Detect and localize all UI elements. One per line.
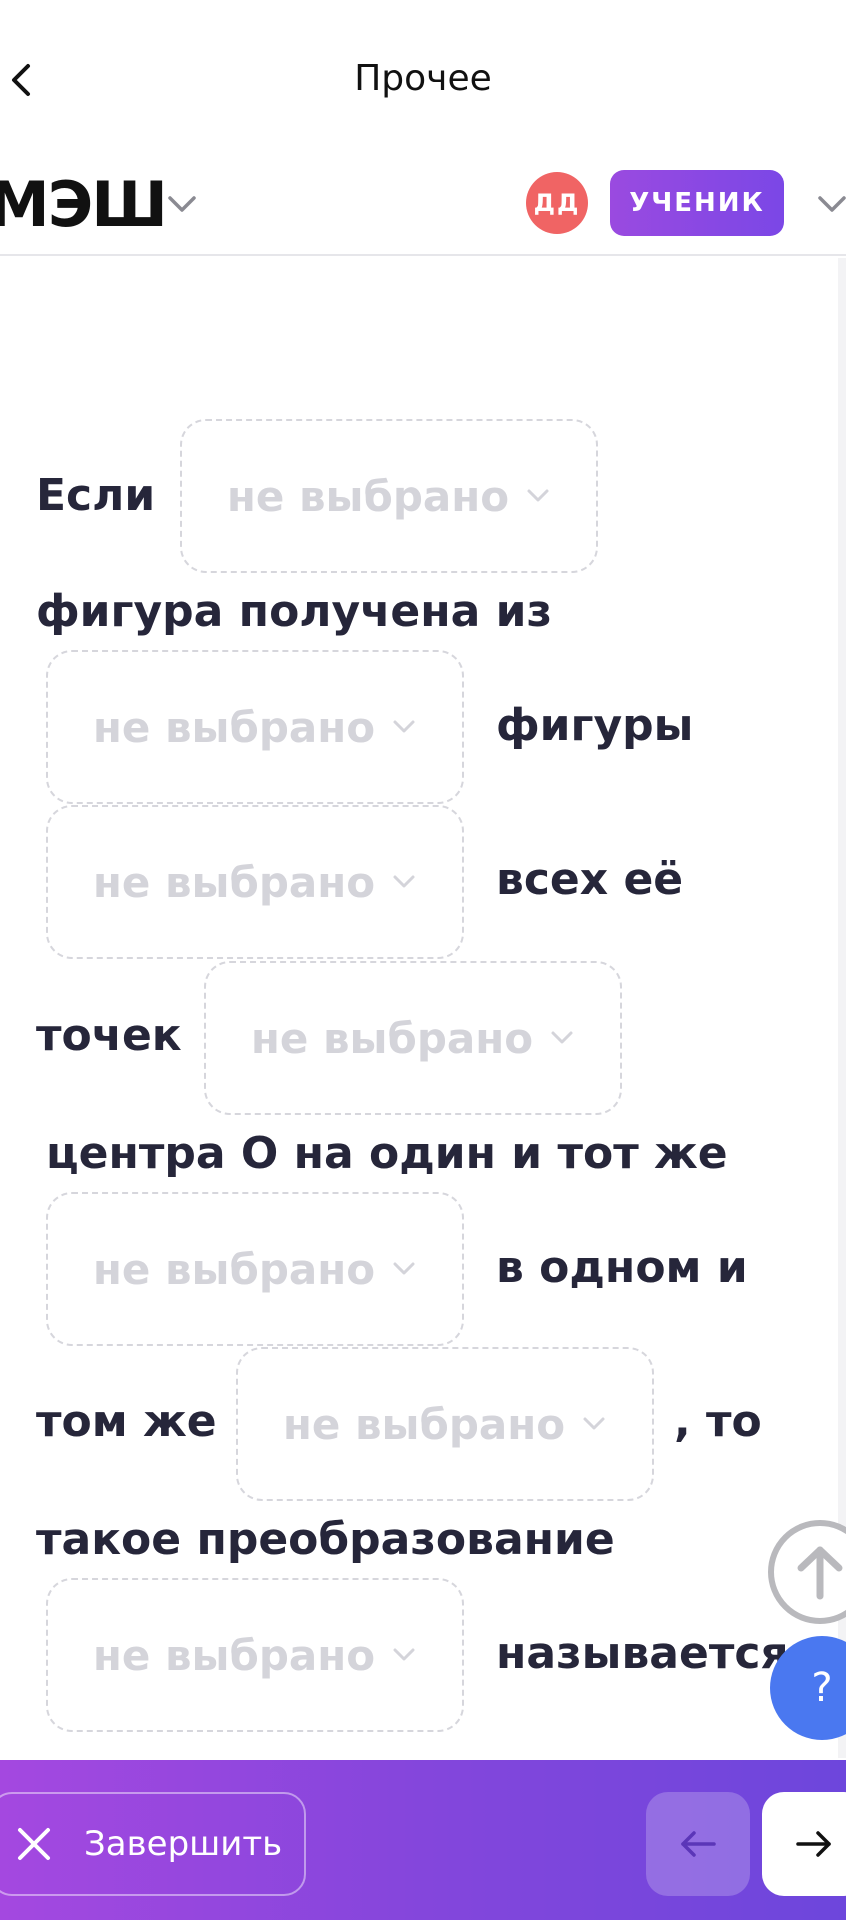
app-logo[interactable]: МЭШ <box>0 168 168 241</box>
dropdown-placeholder: не выбрано <box>282 1399 566 1449</box>
answer-dropdown-3[interactable]: не выбрано <box>46 805 464 959</box>
dropdown-placeholder: не выбрано <box>250 1013 534 1063</box>
dropdown-placeholder: не выбрано <box>92 702 376 752</box>
question-text: фигуры <box>496 700 694 751</box>
question-text: центра О на один и тот же <box>46 1128 728 1179</box>
question-text: том же <box>36 1396 217 1447</box>
chevron-down-icon <box>551 1031 573 1044</box>
answer-dropdown-4[interactable]: не выбрано <box>204 961 622 1115</box>
answer-dropdown-2[interactable]: не выбрано <box>46 650 464 804</box>
dropdown-placeholder: не выбрано <box>92 1630 376 1680</box>
question-text: точек <box>36 1010 182 1061</box>
chevron-down-icon <box>393 720 415 733</box>
question-text: называется <box>496 1628 789 1679</box>
dropdown-placeholder: не выбрано <box>92 857 376 907</box>
question-text: всех её <box>496 854 684 905</box>
answer-dropdown-7[interactable]: не выбрано <box>46 1578 464 1732</box>
close-icon <box>18 1828 50 1860</box>
question-text: такое преобразование <box>36 1514 615 1565</box>
question-text: фигура получена из <box>36 586 553 637</box>
answer-dropdown-1[interactable]: не выбрано <box>180 419 598 573</box>
arrow-right-icon <box>796 1831 831 1857</box>
previous-question-button[interactable] <box>646 1792 750 1896</box>
chevron-down-icon <box>527 489 549 502</box>
chevron-down-icon <box>583 1417 605 1430</box>
chevron-down-icon[interactable] <box>164 192 200 216</box>
question-text: , то <box>674 1396 762 1447</box>
chevron-down-icon <box>393 875 415 888</box>
dropdown-placeholder: не выбрано <box>92 1244 376 1294</box>
next-question-button[interactable] <box>762 1792 846 1896</box>
question-text: Если <box>36 470 156 521</box>
finish-button[interactable]: Завершить <box>0 1792 306 1896</box>
bottom-action-bar: Завершить <box>0 1760 846 1920</box>
answer-dropdown-6[interactable]: не выбрано <box>236 1347 654 1501</box>
arrow-left-icon <box>681 1831 716 1857</box>
arrow-up-icon <box>797 1546 843 1600</box>
chevron-down-icon[interactable] <box>814 192 846 216</box>
answer-dropdown-5[interactable]: не выбрано <box>46 1192 464 1346</box>
top-nav-bar: Прочее <box>0 0 846 150</box>
chevron-down-icon <box>393 1648 415 1661</box>
screen-title: Прочее <box>354 58 492 99</box>
finish-button-label: Завершить <box>84 1824 283 1864</box>
app-header: МЭШ ДД УЧЕНИК <box>0 150 846 256</box>
chevron-down-icon <box>393 1262 415 1275</box>
dropdown-placeholder: не выбрано <box>226 471 510 521</box>
question-text: в одном и <box>496 1242 748 1293</box>
scroll-to-top-button[interactable] <box>768 1520 846 1624</box>
role-badge[interactable]: УЧЕНИК <box>610 170 784 236</box>
user-avatar[interactable]: ДД <box>526 172 588 234</box>
